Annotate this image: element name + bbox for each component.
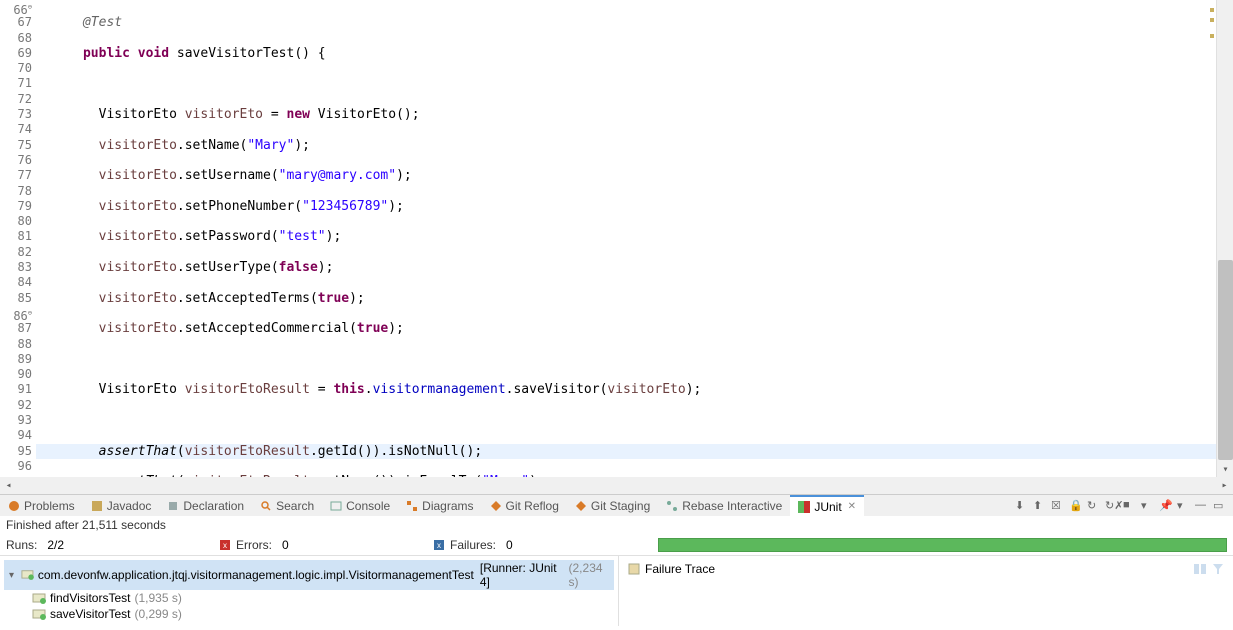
rerun-failed-icon[interactable]: ↻✗ <box>1105 499 1119 513</box>
tab-git-reflog[interactable]: Git Reflog <box>482 495 567 517</box>
tab-declaration[interactable]: Declaration <box>159 495 252 517</box>
tab-git-staging[interactable]: Git Staging <box>567 495 658 517</box>
pin-icon[interactable]: 📌 <box>1159 499 1173 513</box>
test-row[interactable]: findVisitorsTest (1,935 s) <box>4 590 614 606</box>
test-time: (1,935 s) <box>134 591 181 605</box>
vertical-scrollbar[interactable]: ▾ <box>1216 0 1233 477</box>
junit-icon <box>798 501 810 513</box>
scroll-right-arrow[interactable]: ▸ <box>1216 480 1233 491</box>
failure-trace-panel: Failure Trace <box>618 556 1233 626</box>
rerun-icon[interactable]: ↻ <box>1087 499 1101 513</box>
tab-diagrams[interactable]: Diagrams <box>398 495 481 517</box>
overview-mark[interactable] <box>1210 34 1214 38</box>
runs-value: 2/2 <box>43 538 64 552</box>
test-time: (0,299 s) <box>134 607 181 621</box>
compare-icon[interactable] <box>1193 562 1207 576</box>
failures-value: 0 <box>502 538 513 552</box>
declaration-icon <box>167 500 179 512</box>
test-pass-icon <box>32 591 46 605</box>
next-failure-icon[interactable]: ⬇ <box>1015 499 1029 513</box>
test-row[interactable]: saveVisitorTest (0,299 s) <box>4 606 614 622</box>
tab-junit[interactable]: JUnit✕ <box>790 495 864 517</box>
progress-bar <box>658 538 1227 552</box>
git-icon <box>575 500 587 512</box>
view-menu-icon[interactable]: ▾ <box>1177 499 1191 513</box>
test-pass-icon <box>32 607 46 621</box>
failure-trace-label: Failure Trace <box>645 562 715 576</box>
svg-text:x: x <box>437 541 441 550</box>
suite-label: com.devonfw.application.jtqj.visitormana… <box>38 568 474 582</box>
error-icon: x <box>220 540 230 550</box>
scrollbar-thumb[interactable] <box>1218 260 1233 460</box>
filter-icon[interactable] <box>1211 562 1225 576</box>
show-failures-only-icon[interactable]: ☒ <box>1051 499 1065 513</box>
diagrams-icon <box>406 500 418 512</box>
overview-ruler[interactable] <box>1206 0 1216 477</box>
editor-area: 66⊖6768697071727374757677787980818283848… <box>0 0 1233 477</box>
junit-results-area: ▾ com.devonfw.application.jtqj.visitorma… <box>0 556 1233 626</box>
line-gutter: 66⊖6768697071727374757677787980818283848… <box>0 0 36 477</box>
git-icon <box>490 500 502 512</box>
scroll-down-arrow[interactable]: ▾ <box>1220 464 1231 475</box>
failure-trace-icon <box>627 562 641 576</box>
horizontal-scrollbar[interactable]: ◂ ▸ <box>0 477 1233 494</box>
console-icon <box>330 500 342 512</box>
tab-console[interactable]: Console <box>322 495 398 517</box>
tab-rebase-interactive[interactable]: Rebase Interactive <box>658 495 790 517</box>
scroll-lock-icon[interactable]: 🔒 <box>1069 499 1083 513</box>
test-label: saveVisitorTest <box>50 607 130 621</box>
errors-value: 0 <box>278 538 289 552</box>
rebase-icon <box>666 500 678 512</box>
svg-text:x: x <box>223 541 227 550</box>
junit-summary-bar: Runs: 2/2 x Errors: 0 x Failures: 0 <box>0 534 1233 556</box>
tab-javadoc[interactable]: Javadoc <box>83 495 160 517</box>
overview-mark[interactable] <box>1210 18 1214 22</box>
tab-search[interactable]: Search <box>252 495 322 517</box>
test-pass-icon <box>21 568 34 582</box>
suite-time: (2,234 s) <box>569 561 612 589</box>
history-icon[interactable]: ▾ <box>1141 499 1155 513</box>
test-suite-row[interactable]: ▾ com.devonfw.application.jtqj.visitorma… <box>4 560 614 590</box>
overview-mark[interactable] <box>1210 8 1214 12</box>
runner-label: [Runner: JUnit 4] <box>480 561 563 589</box>
view-toolbar: ⬇ ⬆ ☒ 🔒 ↻ ↻✗ ■ ▾ 📌 ▾ — ▭ <box>1015 499 1233 513</box>
problems-icon <box>8 500 20 512</box>
search-icon <box>260 500 272 512</box>
errors-label: Errors: <box>236 538 272 552</box>
code-lines: @Test public void saveVisitorTest() { Vi… <box>36 0 1233 477</box>
test-tree[interactable]: ▾ com.devonfw.application.jtqj.visitorma… <box>0 556 618 626</box>
prev-failure-icon[interactable]: ⬆ <box>1033 499 1047 513</box>
javadoc-icon <box>91 500 103 512</box>
test-label: findVisitorsTest <box>50 591 130 605</box>
collapse-icon[interactable]: ▾ <box>6 570 17 581</box>
failures-label: Failures: <box>450 538 496 552</box>
junit-status: Finished after 21,511 seconds <box>0 516 1233 534</box>
stop-icon[interactable]: ■ <box>1123 499 1137 513</box>
close-icon[interactable]: ✕ <box>848 501 856 512</box>
tab-problems[interactable]: Problems <box>0 495 83 517</box>
runs-label: Runs: <box>6 538 37 552</box>
scroll-left-arrow[interactable]: ◂ <box>0 480 17 491</box>
code-area[interactable]: @Test public void saveVisitorTest() { Vi… <box>36 0 1233 477</box>
failure-icon: x <box>434 540 444 550</box>
views-tab-bar: Problems Javadoc Declaration Search Cons… <box>0 494 1233 516</box>
minimize-icon[interactable]: — <box>1195 499 1209 513</box>
maximize-icon[interactable]: ▭ <box>1213 499 1227 513</box>
